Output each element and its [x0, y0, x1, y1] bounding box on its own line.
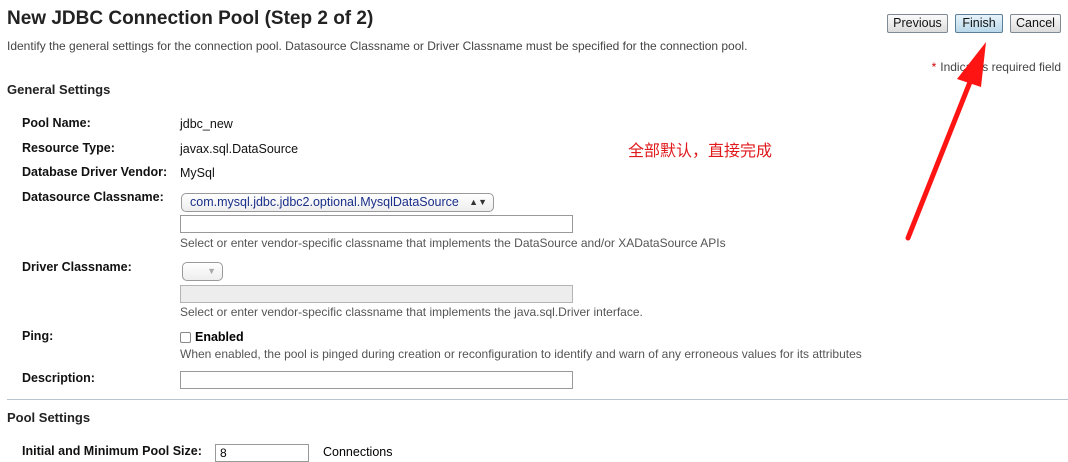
annotation-text: 全部默认，直接完成: [628, 143, 773, 160]
general-settings-heading: General Settings: [7, 82, 111, 97]
pool-settings-heading: Pool Settings: [7, 410, 91, 425]
datasource-classname-input[interactable]: [180, 215, 573, 233]
ping-label: Ping:: [22, 329, 54, 343]
section-divider: [7, 399, 1068, 400]
finish-button[interactable]: Finish: [955, 14, 1003, 33]
ping-help: When enabled, the pool is pinged during …: [180, 347, 862, 361]
up-down-arrows-icon: ▼: [207, 266, 216, 276]
pool-name-label: Pool Name:: [22, 116, 91, 130]
cancel-button[interactable]: Cancel: [1010, 14, 1061, 33]
description-label: Description:: [22, 371, 95, 385]
resource-type-label: Resource Type:: [22, 141, 115, 155]
ping-checkbox[interactable]: [180, 332, 191, 343]
page-title: New JDBC Connection Pool (Step 2 of 2): [7, 8, 374, 29]
vendor-label: Database Driver Vendor:: [22, 165, 168, 179]
required-star: *: [931, 60, 937, 74]
driver-classname-select[interactable]: ▼: [182, 262, 223, 281]
initial-min-pool-size-unit: Connections: [323, 445, 393, 459]
datasource-classname-help: Select or enter vendor-specific classnam…: [180, 236, 726, 250]
datasource-classname-label: Datasource Classname:: [22, 190, 164, 204]
initial-min-pool-size-input[interactable]: [215, 444, 309, 462]
required-field-note: * Indicates required field: [932, 60, 1061, 74]
page-description: Identify the general settings for the co…: [7, 39, 748, 53]
vendor-value: MySql: [180, 166, 215, 180]
datasource-classname-selected: com.mysql.jdbc.jdbc2.optional.MysqlDataS…: [190, 195, 459, 209]
driver-classname-help: Select or enter vendor-specific classnam…: [180, 305, 643, 319]
datasource-classname-select[interactable]: com.mysql.jdbc.jdbc2.optional.MysqlDataS…: [181, 193, 494, 212]
driver-classname-label: Driver Classname:: [22, 260, 132, 274]
pool-name-value: jdbc_new: [180, 117, 233, 131]
ping-checkbox-label[interactable]: Enabled: [195, 330, 244, 344]
previous-button[interactable]: Previous: [887, 14, 948, 33]
up-down-arrows-icon: ▲▼: [469, 197, 487, 207]
description-input[interactable]: [180, 371, 573, 389]
driver-classname-input[interactable]: [180, 285, 573, 303]
required-note-text: Indicates required field: [940, 60, 1061, 74]
resource-type-value: javax.sql.DataSource: [180, 142, 299, 156]
